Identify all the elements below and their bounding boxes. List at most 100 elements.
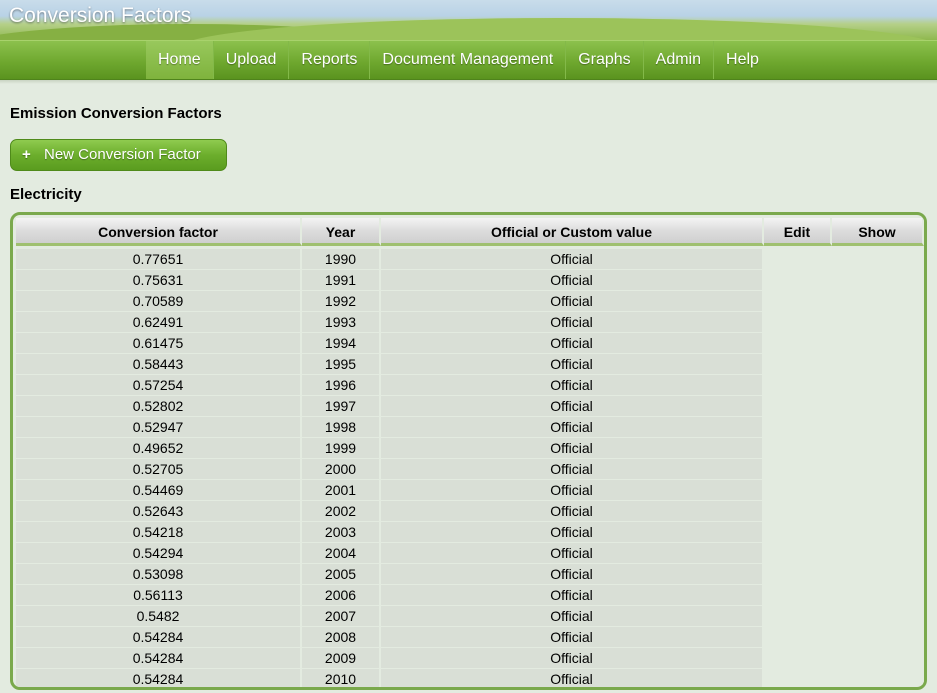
table-body: 0.77651 1990 Official 0.75631 1991 Official 0.…	[16, 249, 924, 687]
table-row: 0.70589 1992 Official	[16, 291, 924, 312]
cell-show	[832, 501, 924, 521]
cell-official-or-custom: Official	[381, 375, 764, 395]
column-header-conversion-factor[interactable]: Conversion factor	[16, 218, 302, 246]
column-header-edit: Edit	[764, 218, 832, 246]
cell-edit	[764, 270, 832, 290]
cell-official-or-custom: Official	[381, 396, 764, 416]
cell-year: 1994	[302, 333, 381, 353]
column-header-show: Show	[832, 218, 924, 246]
cell-official-or-custom: Official	[381, 669, 764, 687]
cell-edit	[764, 501, 832, 521]
cell-edit	[764, 522, 832, 542]
cell-conversion-factor: 0.53098	[16, 564, 302, 584]
table-row: 0.53098 2005 Official	[16, 564, 924, 585]
cell-edit	[764, 312, 832, 332]
cell-year: 1993	[302, 312, 381, 332]
new-conversion-factor-label: New Conversion Factor	[44, 146, 201, 163]
cell-show	[832, 543, 924, 563]
new-conversion-factor-button[interactable]: + New Conversion Factor	[10, 139, 227, 171]
table-row: 0.54294 2004 Official	[16, 543, 924, 564]
table-row: 0.54284 2009 Official	[16, 648, 924, 669]
cell-year: 2008	[302, 627, 381, 647]
cell-edit	[764, 543, 832, 563]
cell-show	[832, 249, 924, 269]
main-nav: Home Upload Reports Document Management Grap…	[0, 40, 937, 80]
nav-item-graphs[interactable]: Graphs	[565, 41, 642, 79]
cell-show	[832, 522, 924, 542]
cell-official-or-custom: Official	[381, 459, 764, 479]
cell-show	[832, 291, 924, 311]
column-header-official-or-custom[interactable]: Official or Custom value	[381, 218, 764, 246]
cell-year: 1997	[302, 396, 381, 416]
cell-official-or-custom: Official	[381, 564, 764, 584]
cell-conversion-factor: 0.58443	[16, 354, 302, 374]
cell-official-or-custom: Official	[381, 480, 764, 500]
cell-show	[832, 480, 924, 500]
cell-conversion-factor: 0.54218	[16, 522, 302, 542]
cell-official-or-custom: Official	[381, 270, 764, 290]
cell-conversion-factor: 0.54284	[16, 669, 302, 687]
cell-conversion-factor: 0.56113	[16, 585, 302, 605]
section-title: Electricity	[10, 186, 82, 203]
cell-official-or-custom: Official	[381, 312, 764, 332]
cell-year: 2006	[302, 585, 381, 605]
cell-year: 1995	[302, 354, 381, 374]
column-header-year[interactable]: Year	[302, 218, 381, 246]
cell-year: 1996	[302, 375, 381, 395]
cell-edit	[764, 606, 832, 626]
cell-show	[832, 312, 924, 332]
page-title: Emission Conversion Factors	[10, 105, 222, 122]
cell-edit	[764, 648, 832, 668]
banner-hill	[180, 18, 937, 40]
cell-conversion-factor: 0.54469	[16, 480, 302, 500]
cell-official-or-custom: Official	[381, 627, 764, 647]
cell-official-or-custom: Official	[381, 606, 764, 626]
table-row: 0.52705 2000 Official	[16, 459, 924, 480]
table-row: 0.56113 2006 Official	[16, 585, 924, 606]
cell-year: 2007	[302, 606, 381, 626]
cell-year: 1999	[302, 438, 381, 458]
cell-conversion-factor: 0.62491	[16, 312, 302, 332]
cell-edit	[764, 249, 832, 269]
cell-show	[832, 585, 924, 605]
table-row: 0.54218 2003 Official	[16, 522, 924, 543]
cell-conversion-factor: 0.54284	[16, 648, 302, 668]
cell-official-or-custom: Official	[381, 501, 764, 521]
nav-item-admin[interactable]: Admin	[642, 41, 713, 79]
cell-conversion-factor: 0.57254	[16, 375, 302, 395]
cell-official-or-custom: Official	[381, 522, 764, 542]
cell-edit	[764, 669, 832, 687]
cell-edit	[764, 480, 832, 500]
cell-official-or-custom: Official	[381, 585, 764, 605]
nav-item-home[interactable]: Home	[146, 41, 213, 79]
table-row: 0.52643 2002 Official	[16, 501, 924, 522]
cell-official-or-custom: Official	[381, 249, 764, 269]
cell-year: 2004	[302, 543, 381, 563]
cell-conversion-factor: 0.54294	[16, 543, 302, 563]
nav-item-reports[interactable]: Reports	[288, 41, 369, 79]
cell-edit	[764, 375, 832, 395]
cell-year: 2009	[302, 648, 381, 668]
nav-item-help[interactable]: Help	[713, 41, 771, 79]
table-row: 0.52947 1998 Official	[16, 417, 924, 438]
app-title: Conversion Factors	[9, 4, 192, 27]
nav-items: Home Upload Reports Document Management Grap…	[146, 41, 771, 79]
table-row: 0.5482 2007 Official	[16, 606, 924, 627]
cell-year: 1990	[302, 249, 381, 269]
cell-official-or-custom: Official	[381, 438, 764, 458]
cell-official-or-custom: Official	[381, 354, 764, 374]
nav-item-upload[interactable]: Upload	[212, 41, 289, 79]
table-row: 0.61475 1994 Official	[16, 333, 924, 354]
cell-year: 1991	[302, 270, 381, 290]
cell-official-or-custom: Official	[381, 333, 764, 353]
cell-official-or-custom: Official	[381, 291, 764, 311]
nav-item-document-management[interactable]: Document Management	[369, 41, 565, 79]
table-row: 0.52802 1997 Official	[16, 396, 924, 417]
table-row: 0.54469 2001 Official	[16, 480, 924, 501]
cell-official-or-custom: Official	[381, 543, 764, 563]
cell-year: 2010	[302, 669, 381, 687]
cell-show	[832, 333, 924, 353]
cell-edit	[764, 417, 832, 437]
cell-conversion-factor: 0.5482	[16, 606, 302, 626]
cell-show	[832, 270, 924, 290]
